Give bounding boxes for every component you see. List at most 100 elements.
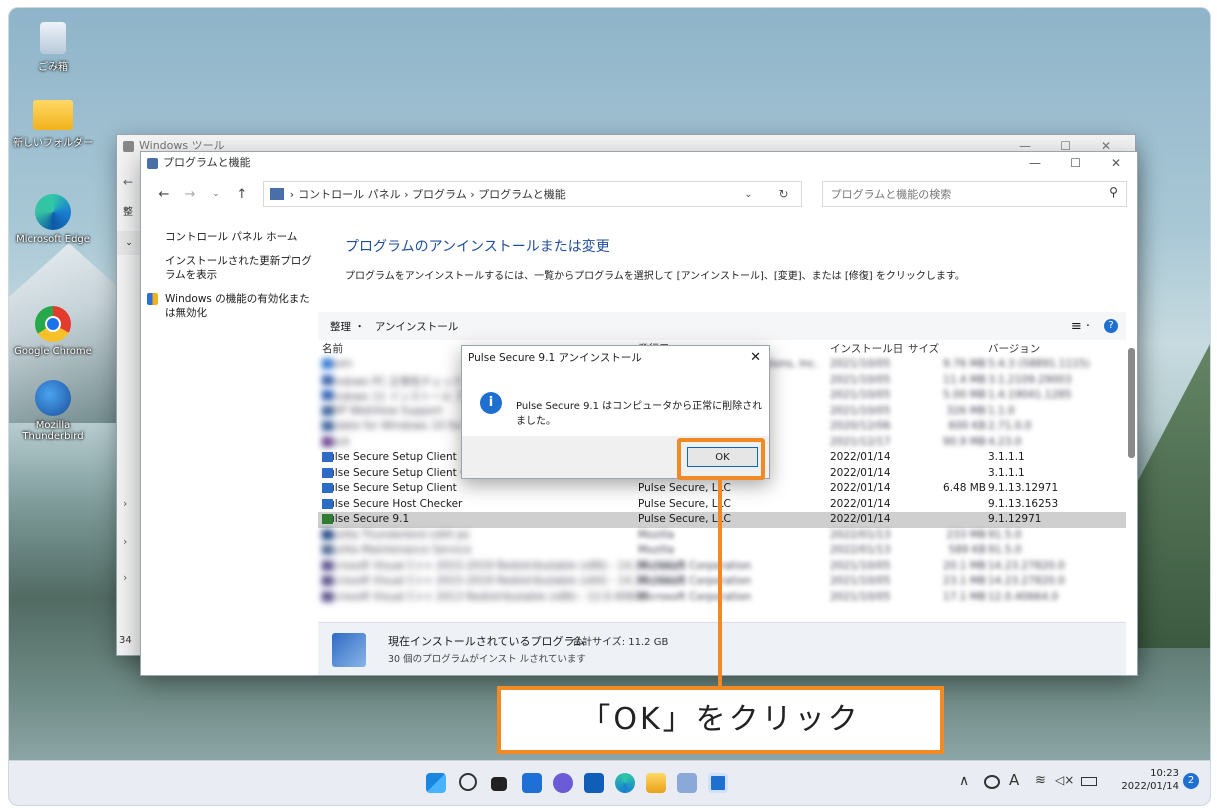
dialog-close-button[interactable]: ✕	[750, 346, 761, 370]
refresh-icon[interactable]: ↻	[779, 187, 789, 201]
program-name: Microsoft Visual C++ 2015-2019 Redistrib…	[322, 559, 685, 572]
link-windows-features[interactable]: Windows の機能の有効化または無効化	[165, 293, 310, 319]
cell-version: 1.1.0	[988, 404, 1015, 417]
cell-size: 6.48 MB	[943, 482, 986, 494]
tab-fragment: 整	[123, 207, 133, 218]
chevron-down-icon[interactable]: ⌄	[744, 189, 752, 200]
chevron-down-icon[interactable]: ⌄	[117, 231, 141, 255]
table-row[interactable]: Mozilla Maintenance Service Mozilla 2022/0…	[318, 543, 1126, 559]
address-bar[interactable]: › コントロール パネル › プログラム › プログラムと機能 ⌄ ↻	[262, 181, 802, 207]
view-options-icon[interactable]: ≡ ·	[1071, 319, 1090, 334]
cell-name: Mozilla Maintenance Service	[322, 544, 471, 556]
table-row[interactable]: Mozilla Thunderbird (x64 ja) Mozilla 2022/…	[318, 528, 1126, 544]
clock-date: 2022/01/14	[1121, 781, 1179, 792]
search-input[interactable]: プログラムと機能の検索	[831, 186, 952, 202]
chevron-right-icon[interactable]: ›	[123, 571, 127, 584]
organize-button[interactable]: 整理 ・	[330, 319, 365, 334]
program-name: Pulse Secure 9.1	[322, 513, 410, 525]
notification-badge[interactable]: 2	[1183, 773, 1199, 789]
cell-version: 91.5.0	[988, 528, 1022, 541]
cell-name: Pulse Secure Host Checker	[322, 498, 462, 510]
chevron-right-icon[interactable]: ›	[123, 535, 127, 548]
ime-indicator[interactable]: A	[1009, 771, 1019, 789]
cell-size: 600 KB	[948, 420, 986, 432]
cell-size: 233 MB	[946, 528, 986, 541]
wifi-icon[interactable]: ≋	[1035, 773, 1046, 788]
cell-date: 2022/01/14	[830, 497, 891, 510]
column-size[interactable]: サイズ	[908, 341, 939, 356]
program-name: Microsoft Visual C++ 2013 Redistributabl…	[322, 590, 648, 603]
details-count: 30 個のプログラムがインスト ルされています	[388, 654, 586, 665]
desktop-icon-chrome[interactable]: Google Chrome	[13, 306, 93, 357]
desktop-icon-thunderbird[interactable]: Mozilla Thunderbird	[13, 380, 93, 442]
close-button[interactable]: ✕	[1111, 152, 1121, 174]
column-version[interactable]: バージョン	[988, 341, 1040, 356]
file-explorer-icon[interactable]	[646, 773, 666, 793]
programs-window-taskbar-icon[interactable]	[708, 773, 728, 793]
program-name: Pulse Secure Setup Client	[322, 451, 457, 463]
left-pane: コントロール パネル ホーム インストールされた更新プログラムを表示 Windo…	[147, 230, 315, 330]
cell-size: 9.76 MB	[943, 358, 986, 370]
onedrive-icon[interactable]	[984, 775, 1000, 789]
chevron-up-icon[interactable]: ∧	[959, 773, 969, 789]
cell-size: 23.1 MB	[943, 575, 986, 587]
table-row[interactable]: Microsoft Visual C++ 2013 Redistributabl…	[318, 590, 1126, 606]
recent-locations-button[interactable]: ⌄	[203, 189, 229, 199]
cell-version: 3.1.1.1	[988, 466, 1025, 479]
start-button[interactable]	[426, 773, 446, 793]
cell-publisher: Microsoft Corporation	[638, 590, 752, 603]
column-name[interactable]: 名前	[322, 341, 343, 356]
cell-date: 2021/10/05	[830, 389, 891, 401]
search-icon[interactable]	[459, 773, 477, 791]
table-row[interactable]: Microsoft Visual C++ 2015-2019 Redistrib…	[318, 559, 1126, 575]
chat-icon[interactable]	[553, 773, 573, 793]
program-icon	[322, 467, 333, 478]
edge-taskbar-icon[interactable]	[615, 773, 635, 793]
table-row[interactable]: Pulse Secure Host Checker Pulse Secure, L…	[318, 497, 1126, 513]
desktop-icon-recycle-bin[interactable]: ごみ箱	[13, 22, 93, 73]
help-icon[interactable]: ?	[1104, 319, 1118, 333]
cell-name: Windows PC 正常性チェック	[322, 374, 463, 389]
cell-name: UWP WebView Support	[322, 405, 442, 417]
cell-size: 589 KB	[948, 544, 986, 556]
up-button[interactable]: ↑	[229, 187, 255, 202]
uninstall-button[interactable]: アンインストール	[375, 319, 458, 334]
back-button[interactable]: ←	[151, 187, 177, 202]
cell-date: 2022/01/13	[830, 544, 891, 556]
volume-icon[interactable]: ◁×	[1055, 773, 1074, 787]
widgets-icon[interactable]	[522, 773, 542, 793]
link-control-panel-home[interactable]: コントロール パネル ホーム	[165, 230, 315, 244]
clock[interactable]: 10:23 2022/01/14	[1109, 767, 1179, 793]
battery-icon[interactable]	[1081, 777, 1097, 786]
mail-icon[interactable]	[584, 773, 604, 793]
breadcrumb[interactable]: コントロール パネル › プログラム › プログラムと機能	[298, 186, 566, 202]
cell-name: Zoom	[322, 358, 352, 370]
desktop-icon-new-folder[interactable]: 新しいフォルダー	[13, 100, 93, 149]
cell-date: 2021/10/05	[830, 404, 891, 417]
table-row[interactable]: Pulse Secure 9.1 Pulse Secure, LLC 2022/01…	[318, 512, 1126, 528]
dialog-message: Pulse Secure 9.1 はコンピュータから正常に削除されました。	[516, 401, 763, 427]
program-name: Zoom	[322, 358, 353, 370]
desktop-icon-label: 新しいフォルダー	[13, 138, 93, 149]
cell-version: 3.1.2109.29003	[988, 373, 1072, 386]
task-view-icon[interactable]	[491, 777, 507, 791]
table-row[interactable]: Microsoft Visual C++ 2015-2019 Redistrib…	[318, 574, 1126, 590]
minimize-button[interactable]: —	[1029, 152, 1041, 174]
column-installed-on[interactable]: インストール日	[830, 341, 903, 356]
forward-button[interactable]: →	[177, 187, 203, 202]
cell-publisher: Pulse Secure, LLC	[638, 482, 731, 494]
search-box[interactable]: プログラムと機能の検索 ⚲	[821, 181, 1127, 207]
search-icon[interactable]: ⚲	[1109, 185, 1118, 199]
link-installed-updates[interactable]: インストールされた更新プログラムを表示	[165, 254, 315, 282]
table-row[interactable]: Pulse Secure Setup Client Pulse Secure, L…	[318, 481, 1126, 497]
desktop-icon-edge[interactable]: Microsoft Edge	[13, 194, 93, 245]
chevron-right-icon[interactable]: ›	[123, 497, 127, 510]
scrollbar[interactable]	[1128, 348, 1135, 458]
cell-date: 2021/10/05	[830, 373, 891, 386]
program-icon	[322, 498, 333, 509]
page-description: プログラムをアンインストールするには、一覧からプログラムを選択して [アンインス…	[345, 271, 965, 282]
cell-size: 11.4 MB	[943, 373, 986, 386]
cell-name: Pulse Secure Setup Client	[322, 451, 457, 463]
maximize-button[interactable]: ☐	[1070, 152, 1081, 174]
control-panel-icon[interactable]	[677, 773, 697, 793]
